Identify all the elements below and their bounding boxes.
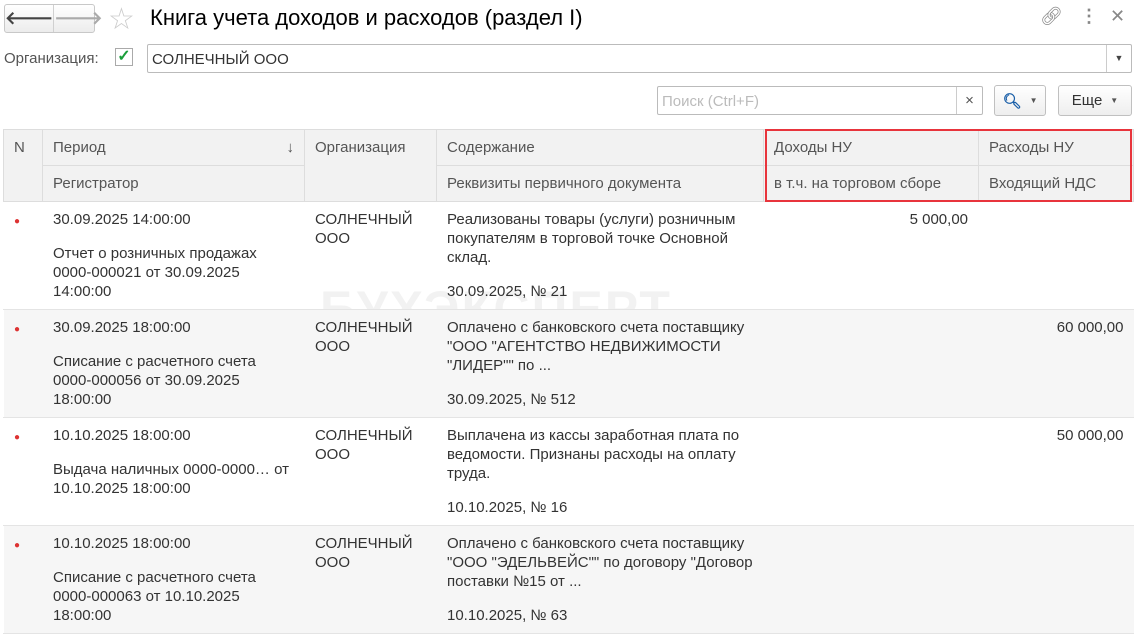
cell-period: 30.09.2025 18:00:00 Списание с расчетного…	[42, 309, 305, 418]
dropdown-icon[interactable]: ▼	[1106, 45, 1131, 72]
cell-content: Выплачена из кассы заработная плата по в…	[436, 417, 764, 526]
col-content[interactable]: Содержание	[436, 129, 764, 166]
content-value: Выплачена из кассы заработная плата по в…	[447, 427, 740, 482]
nav-buttons: 🡐 🡒	[4, 4, 103, 33]
col-income[interactable]: Доходы НУ	[763, 129, 979, 166]
period-value: 10.10.2025 18:00:00	[53, 427, 191, 444]
cell-expense: 50 000,00	[978, 417, 1134, 526]
col-org[interactable]: Организация	[304, 129, 437, 202]
cell-content: Оплачено с банковского счета поставщику …	[436, 525, 764, 634]
record-dot-icon: ●	[14, 216, 21, 227]
table-row[interactable]: ● 30.09.2025 14:00:00 Отчет о розничных п…	[3, 201, 1134, 310]
registrator-value: Выдача наличных 0000-0000… от 10.10.2025…	[53, 461, 289, 497]
search-options-button[interactable]: 🔍︎ ▼	[994, 85, 1046, 116]
col-registrator[interactable]: Регистратор	[42, 165, 305, 202]
doc-value: 30.09.2025, № 21	[447, 283, 568, 300]
period-value: 10.10.2025 18:00:00	[53, 535, 191, 552]
row-marker: ●	[3, 525, 43, 634]
content-value: Оплачено с банковского счета поставщику …	[447, 319, 745, 374]
doc-value: 10.10.2025, № 16	[447, 499, 568, 516]
cell-org: СОЛНЕЧНЫЙ ООО	[304, 201, 437, 310]
forward-button[interactable]: 🡒	[54, 5, 102, 32]
cell-income	[763, 525, 979, 634]
search-input[interactable]: Поиск (Ctrl+F) ×	[657, 86, 983, 115]
cell-period: 10.10.2025 18:00:00 Выдача наличных 0000-…	[42, 417, 305, 526]
col-period[interactable]: Период ↓	[42, 129, 305, 166]
period-value: 30.09.2025 14:00:00	[53, 211, 191, 228]
col-period-label: Период	[53, 139, 106, 156]
table-row[interactable]: ● 10.10.2025 18:00:00 Списание с расчетно…	[3, 525, 1134, 634]
search-icon: 🔍︎	[1002, 92, 1022, 110]
cell-org: СОЛНЕЧНЫЙ ООО	[304, 525, 437, 634]
chevron-down-icon: ▼	[1110, 96, 1119, 105]
back-button[interactable]: 🡐	[5, 5, 55, 32]
more-button[interactable]: Еще ▼	[1058, 85, 1132, 116]
record-dot-icon: ●	[14, 432, 21, 443]
table-row[interactable]: ● 30.09.2025 18:00:00 Списание с расчетно…	[3, 309, 1134, 418]
record-dot-icon: ●	[14, 540, 21, 551]
search-placeholder: Поиск (Ctrl+F)	[662, 93, 759, 110]
record-dot-icon: ●	[14, 324, 21, 335]
registrator-value: Списание с расчетного счета 0000-000063 …	[53, 569, 256, 624]
content-value: Реализованы товары (услуги) розничным по…	[447, 211, 736, 266]
chevron-down-icon: ▼	[1029, 96, 1038, 105]
org-filter-label: Организация:	[4, 50, 99, 67]
more-label: Еще	[1071, 92, 1103, 109]
row-marker: ●	[3, 417, 43, 526]
cell-income	[763, 309, 979, 418]
row-marker: ●	[3, 309, 43, 418]
cell-period: 30.09.2025 14:00:00 Отчет о розничных про…	[42, 201, 305, 310]
sort-desc-icon: ↓	[286, 139, 295, 156]
cell-income	[763, 417, 979, 526]
content-value: Оплачено с банковского счета поставщику …	[447, 535, 753, 590]
link-icon[interactable]: 🔗︎	[1040, 6, 1063, 27]
row-marker: ●	[3, 201, 43, 310]
cell-expense: 60 000,00	[978, 309, 1134, 418]
cell-expense	[978, 525, 1134, 634]
registrator-value: Отчет о розничных продажах 0000-000021 о…	[53, 245, 257, 300]
clear-search-icon[interactable]: ×	[956, 87, 982, 114]
col-input-vat[interactable]: Входящий НДС	[978, 165, 1134, 202]
ledger-table: N Период ↓ Организация Содержание Доходы …	[3, 129, 1134, 634]
cell-content: Оплачено с банковского счета поставщику …	[436, 309, 764, 418]
page-title: Книга учета доходов и расходов (раздел I…	[150, 5, 583, 30]
col-expense[interactable]: Расходы НУ	[978, 129, 1134, 166]
col-trade-fee[interactable]: в т.ч. на торговом сборе	[763, 165, 979, 202]
more-vertical-icon[interactable]: ⋮	[1080, 6, 1098, 27]
cell-income: 5 000,00	[763, 201, 979, 310]
doc-value: 10.10.2025, № 63	[447, 607, 568, 624]
org-filter-value: СОЛНЕЧНЫЙ ООО	[152, 51, 289, 68]
cell-expense	[978, 201, 1134, 310]
cell-org: СОЛНЕЧНЫЙ ООО	[304, 417, 437, 526]
cell-content: Реализованы товары (услуги) розничным по…	[436, 201, 764, 310]
table-row[interactable]: ● 10.10.2025 18:00:00 Выдача наличных 000…	[3, 417, 1134, 526]
close-icon[interactable]: ✕	[1110, 6, 1125, 27]
favorite-star-icon[interactable]: ☆	[108, 2, 135, 37]
cell-period: 10.10.2025 18:00:00 Списание с расчетного…	[42, 525, 305, 634]
org-filter-field[interactable]: СОЛНЕЧНЫЙ ООО ▼	[147, 44, 1132, 73]
col-n[interactable]: N	[3, 129, 43, 202]
org-filter-checkbox[interactable]: ✓	[115, 48, 133, 66]
doc-value: 30.09.2025, № 512	[447, 391, 576, 408]
period-value: 30.09.2025 18:00:00	[53, 319, 191, 336]
cell-org: СОЛНЕЧНЫЙ ООО	[304, 309, 437, 418]
registrator-value: Списание с расчетного счета 0000-000056 …	[53, 353, 256, 408]
col-doc-details[interactable]: Реквизиты первичного документа	[436, 165, 764, 202]
